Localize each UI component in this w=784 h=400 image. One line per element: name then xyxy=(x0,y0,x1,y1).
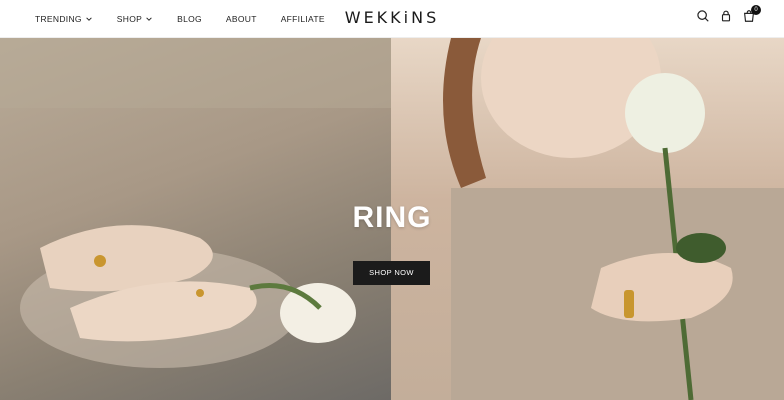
user-icon[interactable] xyxy=(719,9,733,23)
brand-logo[interactable]: WEKKiNS xyxy=(340,7,444,29)
header-icons: 0 xyxy=(696,5,761,23)
nav-item-affiliate[interactable]: AFFILIATE xyxy=(281,14,325,24)
chevron-down-icon xyxy=(86,17,92,21)
hero-banner: RING SHOP NOW xyxy=(0,38,784,400)
cart-count-badge: 0 xyxy=(751,5,761,15)
nav-item-shop[interactable]: SHOP xyxy=(117,14,153,24)
nav-label: AFFILIATE xyxy=(280,14,325,24)
shop-now-button[interactable]: SHOP NOW xyxy=(353,261,430,285)
chevron-down-icon xyxy=(146,17,152,21)
nav-label: BLOG xyxy=(177,14,202,24)
nav-label: TRENDING xyxy=(35,14,82,24)
main-nav: TRENDING SHOP BLOG ABOUT AFFILIATE xyxy=(35,0,349,38)
nav-item-blog[interactable]: BLOG xyxy=(177,14,202,24)
nav-label: SHOP xyxy=(116,14,143,24)
nav-item-about[interactable]: ABOUT xyxy=(226,14,257,24)
nav-item-trending[interactable]: TRENDING xyxy=(35,14,93,24)
nav-label: ABOUT xyxy=(225,14,257,24)
search-icon[interactable] xyxy=(696,9,710,23)
hero-title: RING xyxy=(352,201,432,234)
site-header: TRENDING SHOP BLOG ABOUT AFFILIATE WEKKi… xyxy=(0,0,784,38)
cart-icon[interactable]: 0 xyxy=(742,5,761,23)
